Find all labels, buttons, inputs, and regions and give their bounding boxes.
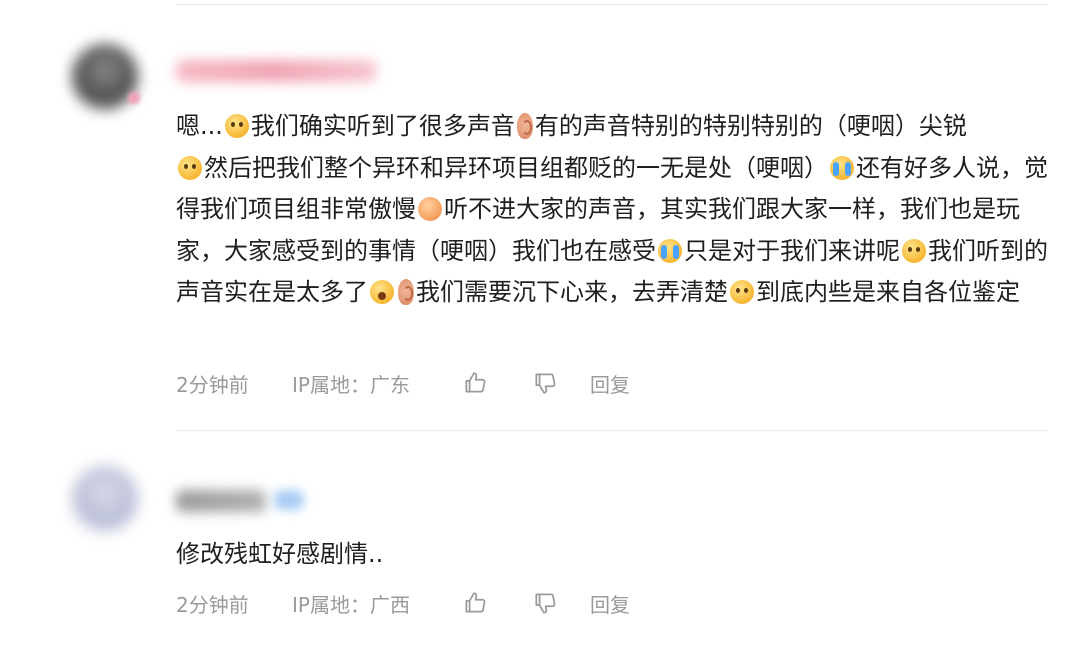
- worried-face-emoji: [178, 155, 202, 180]
- reply-button[interactable]: 回复: [590, 369, 630, 398]
- avatar[interactable]: [72, 466, 138, 532]
- dizzy-face-emoji: [902, 238, 926, 263]
- verified-badge-blurred: [274, 490, 304, 510]
- comment-ip-location: IP属地：广东: [292, 372, 410, 397]
- comment-divider: [176, 4, 1048, 5]
- dislike-button[interactable]: [530, 588, 560, 618]
- steam-face-emoji: [418, 197, 442, 221]
- ear-emoji: [398, 279, 414, 305]
- comment-ip-location: IP属地：广西: [292, 592, 410, 617]
- crying-face-emoji: [830, 155, 854, 180]
- thumbs-down-icon: [535, 373, 556, 394]
- exploding-head-emoji: [370, 280, 394, 304]
- comment-text: 嗯... 我们确实听到了很多声音 有的声音特别的特别特别的（哽咽）尖锐 然后把我们整…: [176, 112, 1048, 306]
- neutral-face-emoji: [224, 114, 249, 138]
- comment-time: 2分钟前: [176, 372, 249, 397]
- thinking-face-emoji: [730, 280, 754, 304]
- like-button[interactable]: [460, 588, 490, 618]
- comment-meta: 2分钟前 IP属地：广东 回复: [176, 368, 630, 398]
- reply-button[interactable]: 回复: [590, 589, 630, 618]
- thumbs-down-icon: [535, 593, 556, 614]
- username-blurred[interactable]: [176, 490, 266, 512]
- avatar-badge: [128, 92, 140, 104]
- thumbs-up-icon: [465, 372, 486, 393]
- comment-text: 修改残虹好感剧情..: [176, 540, 384, 568]
- comment-divider: [176, 430, 1048, 431]
- ear-emoji: [516, 113, 533, 139]
- dislike-button[interactable]: [530, 368, 560, 398]
- comment-meta: 2分钟前 IP属地：广西 回复: [176, 588, 630, 618]
- like-button[interactable]: [460, 368, 490, 398]
- comment-time: 2分钟前: [176, 592, 249, 617]
- thumbs-up-icon: [465, 592, 486, 613]
- username-blurred[interactable]: [176, 60, 376, 82]
- crying-face-emoji: [658, 238, 682, 263]
